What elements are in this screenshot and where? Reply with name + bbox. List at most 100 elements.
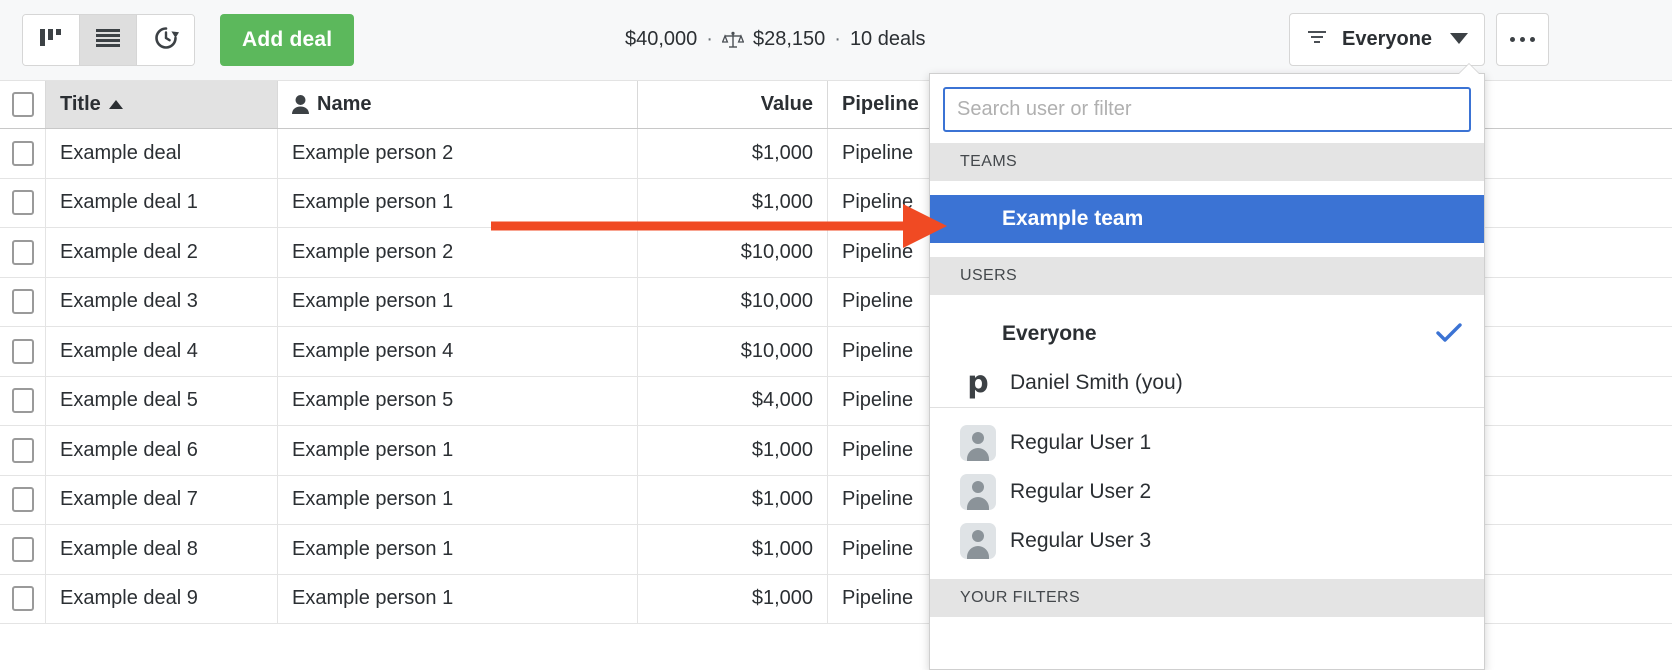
row-select-cell[interactable] <box>0 525 46 574</box>
user-filter-button[interactable]: Everyone <box>1289 13 1485 66</box>
dropdown-item-regular-user-2[interactable]: Regular User 2 <box>930 467 1484 516</box>
row-select-cell[interactable] <box>0 129 46 178</box>
section-header-users: USERS <box>930 257 1484 295</box>
row-checkbox[interactable] <box>11 190 34 216</box>
teams-bottom-spacer <box>930 243 1484 257</box>
refresh-clock-icon <box>153 25 179 56</box>
row-select-cell[interactable] <box>0 327 46 376</box>
view-switcher <box>22 14 195 66</box>
column-header-value[interactable]: Value <box>638 81 828 128</box>
cell-title: Example deal 8 <box>46 525 278 574</box>
section-header-teams: TEAMS <box>930 143 1484 181</box>
cell-title: Example deal <box>46 129 278 178</box>
cell-name: Example person 1 <box>278 475 638 524</box>
row-checkbox[interactable] <box>11 536 34 562</box>
row-checkbox[interactable] <box>11 586 34 612</box>
list-view-button[interactable] <box>80 15 137 65</box>
row-select-cell[interactable] <box>0 426 46 475</box>
team-label: Example team <box>1002 207 1144 230</box>
deals-list-screen: Add deal $40,000 · $28,150 · 10 deals Ev… <box>0 0 1672 670</box>
cell-name: Example person 1 <box>278 525 638 574</box>
cell-value: $1,000 <box>638 475 828 524</box>
daniel-smith-label: Daniel Smith (you) <box>1010 370 1183 394</box>
weighted-value: $28,150 <box>752 28 826 50</box>
cell-value: $1,000 <box>638 426 828 475</box>
deal-stats: $40,000 · $28,150 · 10 deals <box>625 28 926 51</box>
cell-title: Example deal 9 <box>46 574 278 623</box>
total-value: $40,000 <box>625 28 698 50</box>
user-filter-dropdown: TEAMS Example team USERS Everyone p Dani… <box>929 73 1485 670</box>
chevron-down-icon <box>1450 31 1468 49</box>
row-select-cell[interactable] <box>0 376 46 425</box>
cell-value: $10,000 <box>638 327 828 376</box>
filters-spacer <box>930 565 1484 579</box>
dropdown-caret <box>1458 64 1480 75</box>
forecast-view-button[interactable] <box>137 15 194 65</box>
cell-title: Example deal 7 <box>46 475 278 524</box>
ellipsis-icon <box>1510 37 1535 42</box>
row-checkbox[interactable] <box>11 487 34 513</box>
cell-title: Example deal 6 <box>46 426 278 475</box>
dropdown-item-example-team[interactable]: Example team <box>930 195 1484 243</box>
deals-count: 10 deals <box>849 28 926 50</box>
teams-spacer <box>930 181 1484 195</box>
cell-value: $1,000 <box>638 574 828 623</box>
row-checkbox[interactable] <box>11 239 34 265</box>
column-header-name-label: Name <box>317 93 372 115</box>
select-all-header[interactable] <box>0 81 46 128</box>
row-select-cell[interactable] <box>0 178 46 227</box>
cell-title: Example deal 5 <box>46 376 278 425</box>
cell-name: Example person 5 <box>278 376 638 425</box>
filter-icon <box>1306 29 1328 50</box>
select-all-checkbox[interactable] <box>11 92 34 117</box>
regular-user-1-label: Regular User 1 <box>1010 430 1152 454</box>
row-checkbox[interactable] <box>11 289 34 315</box>
row-checkbox[interactable] <box>11 140 34 166</box>
dropdown-item-everyone[interactable]: Everyone <box>930 309 1484 358</box>
kanban-icon <box>39 27 63 54</box>
row-checkbox[interactable] <box>11 437 34 463</box>
row-select-cell[interactable] <box>0 475 46 524</box>
row-select-cell[interactable] <box>0 228 46 277</box>
column-header-name[interactable]: Name <box>278 81 638 128</box>
regular-user-3-label: Regular User 3 <box>1010 528 1152 552</box>
user-avatar-icon <box>960 424 996 461</box>
users-divider <box>930 407 1484 418</box>
user-avatar-icon <box>960 473 996 510</box>
annotation-arrow <box>491 204 947 248</box>
cell-name: Example person 1 <box>278 426 638 475</box>
pipedrive-p-icon: p <box>967 364 989 400</box>
stats-separator-2: · <box>834 28 841 50</box>
cell-title: Example deal 2 <box>46 228 278 277</box>
cell-value: $4,000 <box>638 376 828 425</box>
cell-title: Example deal 3 <box>46 277 278 326</box>
dropdown-item-daniel-smith[interactable]: p Daniel Smith (you) <box>930 358 1484 407</box>
row-checkbox[interactable] <box>11 338 34 364</box>
cell-title: Example deal 4 <box>46 327 278 376</box>
add-deal-button[interactable]: Add deal <box>220 14 355 66</box>
cell-value: $10,000 <box>638 277 828 326</box>
users-spacer <box>930 295 1484 309</box>
column-header-title-label: Title <box>60 93 101 115</box>
list-icon <box>95 28 121 53</box>
dropdown-item-regular-user-1[interactable]: Regular User 1 <box>930 418 1484 467</box>
cell-value: $1,000 <box>638 525 828 574</box>
column-header-title[interactable]: Title <box>46 81 278 128</box>
row-checkbox[interactable] <box>11 388 34 414</box>
dropdown-search-wrap <box>930 74 1484 143</box>
person-icon <box>292 95 309 114</box>
user-avatar-icon <box>960 522 996 559</box>
stats-separator-1: · <box>706 28 713 50</box>
user-filter-label: Everyone <box>1342 28 1433 50</box>
more-options-button[interactable] <box>1496 13 1549 66</box>
column-header-pipeline-label: Pipeline <box>842 93 919 115</box>
row-select-cell[interactable] <box>0 574 46 623</box>
section-header-your-filters: YOUR FILTERS <box>930 579 1484 617</box>
cell-value: $1,000 <box>638 129 828 178</box>
row-select-cell[interactable] <box>0 277 46 326</box>
search-input[interactable] <box>943 87 1471 132</box>
pipeline-view-button[interactable] <box>23 15 80 65</box>
cell-name: Example person 1 <box>278 277 638 326</box>
column-header-value-label: Value <box>760 93 813 115</box>
dropdown-item-regular-user-3[interactable]: Regular User 3 <box>930 516 1484 565</box>
